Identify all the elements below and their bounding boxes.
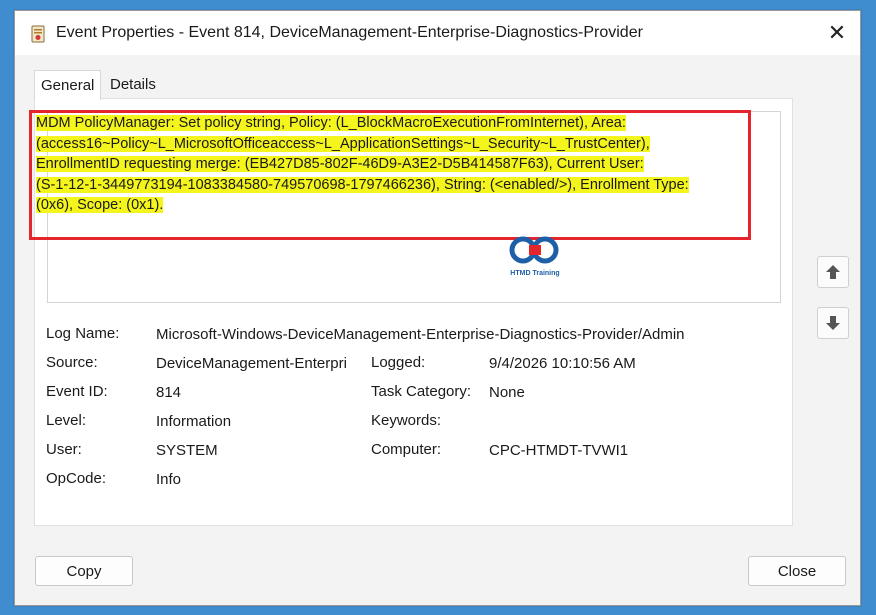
source-label: Source: — [46, 354, 98, 371]
title-bar: Event Properties - Event 814, DeviceMana… — [15, 11, 860, 55]
event-properties-window: Event Properties - Event 814, DeviceMana… — [14, 10, 861, 606]
close-button[interactable]: Close — [748, 556, 846, 586]
tab-general[interactable]: General — [34, 70, 102, 100]
keywords-label: Keywords: — [371, 412, 442, 429]
arrow-down-icon[interactable] — [817, 307, 849, 339]
level-label: Level: — [46, 412, 87, 429]
opcode-value: Info — [156, 471, 182, 488]
arrow-down-glyph — [826, 316, 840, 330]
task-category-value: None — [489, 384, 525, 401]
close-icon[interactable]: ✕ — [814, 11, 860, 55]
copy-button[interactable]: Copy — [35, 556, 133, 586]
task-category-label: Task Category: — [371, 383, 472, 400]
annotation-red-box — [29, 110, 751, 240]
logged-label: Logged: — [371, 354, 426, 371]
event-id-label: Event ID: — [46, 383, 108, 400]
event-viewer-icon — [31, 25, 45, 43]
htmd-logo-mark — [509, 236, 559, 264]
user-value: SYSTEM — [156, 442, 218, 459]
window-title: Event Properties - Event 814, DeviceMana… — [56, 24, 643, 41]
arrow-up-glyph — [826, 265, 840, 279]
computer-label: Computer: — [371, 441, 442, 458]
level-value: Information — [156, 413, 232, 430]
computer-value: CPC-HTMDT-TVWI1 — [489, 442, 629, 459]
event-id-value: 814 — [156, 384, 182, 401]
tab-details[interactable]: Details — [104, 70, 162, 98]
arrow-up-icon[interactable] — [817, 256, 849, 288]
log-name-label: Log Name: — [46, 325, 120, 342]
user-label: User: — [46, 441, 82, 458]
opcode-label: OpCode: — [46, 470, 107, 487]
log-name-value: Microsoft-Windows-DeviceManagement-Enter… — [156, 326, 685, 343]
source-value: DeviceManagement-Enterpri — [156, 355, 347, 372]
logged-value: 9/4/2026 10:10:56 AM — [489, 355, 636, 372]
watermark-text: HTMD Training — [510, 270, 560, 277]
htmd-logo: HTMD Training — [507, 232, 563, 282]
